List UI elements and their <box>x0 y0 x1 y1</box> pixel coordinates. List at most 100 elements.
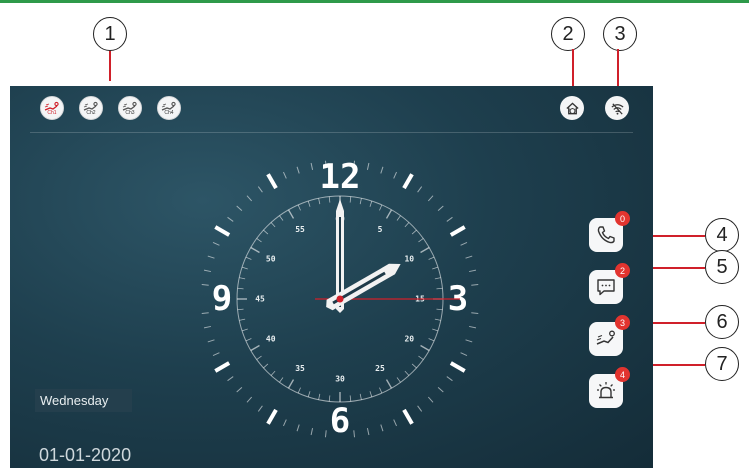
network-status-button[interactable] <box>605 96 629 120</box>
callout-1: 1 <box>93 17 127 51</box>
top-rule <box>0 0 749 3</box>
inner-tick <box>270 370 276 376</box>
minute-tick <box>212 352 220 356</box>
home-shield-icon <box>565 101 579 114</box>
minute-tick <box>380 424 384 432</box>
minute-label: 20 <box>404 335 414 344</box>
channel-1-button[interactable]: Ch1 <box>40 96 64 120</box>
minute-tick <box>296 424 300 432</box>
hour-tick <box>214 361 231 373</box>
hour-numeral-12: 12 <box>320 157 361 197</box>
call-log-button[interactable]: 0 <box>589 211 630 252</box>
inner-tick <box>328 196 331 203</box>
phone-icon <box>597 226 615 244</box>
minute-tick <box>203 325 211 329</box>
inner-tick <box>307 391 311 398</box>
inner-tick <box>241 328 248 332</box>
inner-tick <box>318 198 321 205</box>
minute-tick <box>296 166 300 174</box>
inner-tick <box>369 200 373 207</box>
minute-tick <box>201 312 209 315</box>
callout-1-leader <box>109 51 111 81</box>
inner-tick <box>436 308 443 311</box>
minute-tick <box>380 166 384 174</box>
call-log-badge: 0 <box>615 211 630 226</box>
motion-events-badge: 3 <box>615 315 630 330</box>
minute-tick <box>227 376 234 382</box>
minute-tick <box>257 186 263 193</box>
minute-tick <box>236 386 243 393</box>
weekday-label: Wednesday <box>35 389 132 412</box>
minute-tick <box>201 283 209 286</box>
inner-tick <box>241 266 248 270</box>
minute-tick <box>465 339 473 343</box>
minute-tick <box>417 186 423 193</box>
minute-label: 25 <box>375 364 385 373</box>
hour-tick <box>266 173 278 190</box>
inner-tick <box>359 393 362 400</box>
minute-tick <box>203 269 211 273</box>
minute-tick <box>257 405 263 412</box>
inner-tick <box>385 209 393 219</box>
channel-3-label: Ch3 <box>125 109 135 116</box>
minute-label: 30 <box>335 375 345 384</box>
inner-tick <box>270 222 276 228</box>
inner-tick <box>411 229 417 235</box>
inner-tick <box>385 379 393 389</box>
alarm-events-button[interactable]: 4 <box>589 367 630 408</box>
inner-tick <box>297 204 301 211</box>
inner-tick <box>434 318 441 321</box>
minute-label: 45 <box>255 295 265 304</box>
inner-tick <box>379 387 383 394</box>
minute-label: 40 <box>266 335 276 344</box>
home-mode-button[interactable] <box>560 96 584 120</box>
inner-tick <box>418 355 424 360</box>
inner-tick <box>428 338 435 342</box>
channel-3-button[interactable]: Ch3 <box>118 96 142 120</box>
minute-tick <box>246 396 253 403</box>
minute-tick <box>471 283 479 286</box>
motion-events-button[interactable]: 3 <box>589 315 630 356</box>
inner-tick <box>396 215 401 221</box>
minute-tick <box>366 428 370 436</box>
inner-tick <box>428 256 435 260</box>
inner-tick <box>420 344 430 352</box>
minute-label: 50 <box>266 255 276 264</box>
inner-tick <box>434 277 441 280</box>
message-icon <box>597 279 615 296</box>
inner-tick <box>256 238 262 243</box>
hour-tick <box>402 408 414 425</box>
minute-tick <box>353 430 356 438</box>
inner-tick <box>359 198 362 205</box>
inner-tick <box>239 318 246 321</box>
channel-4-button[interactable]: Ch4 <box>157 96 181 120</box>
minute-tick <box>437 386 444 393</box>
callout-3: 3 <box>603 17 637 51</box>
messages-button[interactable]: 2 <box>589 263 630 304</box>
channel-2-button[interactable]: Ch2 <box>79 96 103 120</box>
callout-7: 7 <box>705 347 739 381</box>
inner-tick <box>250 344 260 352</box>
minute-tick <box>393 419 397 427</box>
minute-tick <box>310 428 314 436</box>
minute-tick <box>471 312 479 315</box>
inner-tick <box>418 238 424 243</box>
inner-tick <box>279 377 284 383</box>
inner-tick <box>237 308 244 311</box>
inner-tick <box>432 328 439 332</box>
inner-tick <box>404 222 410 228</box>
inner-tick <box>307 200 311 207</box>
hour-tick <box>449 225 466 237</box>
inner-tick <box>369 391 373 398</box>
minute-tick <box>446 216 453 222</box>
hour-tick <box>266 408 278 425</box>
inner-tick <box>256 355 262 360</box>
hour-numeral-6: 6 <box>330 401 350 441</box>
inner-tick <box>239 277 246 280</box>
inner-tick <box>237 287 244 290</box>
minute-tick <box>427 396 434 403</box>
callout-2: 2 <box>551 17 585 51</box>
minute-tick <box>366 162 370 170</box>
minute-tick <box>427 195 434 202</box>
minute-tick <box>310 162 314 170</box>
